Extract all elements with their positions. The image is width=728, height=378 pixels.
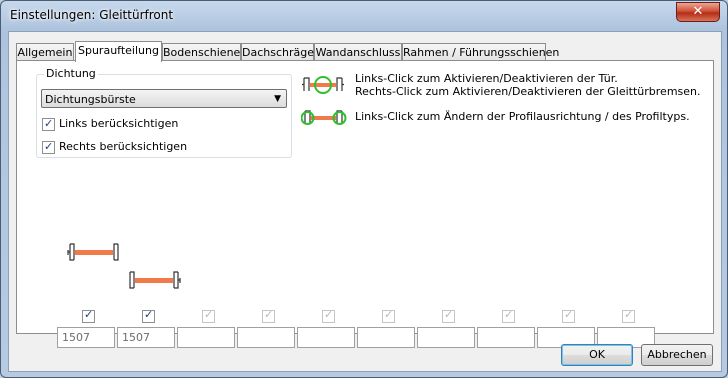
- left-seal-checkbox-row[interactable]: ✓ Links berücksichtigen: [42, 116, 178, 132]
- track-4-width-field[interactable]: [237, 327, 295, 348]
- track-9-checkbox[interactable]: ✓: [562, 308, 575, 323]
- track-1-width-field[interactable]: 1507: [57, 327, 115, 348]
- track-5-checkbox[interactable]: ✓: [322, 308, 335, 323]
- tab-rahmen-fuehrungsschienen[interactable]: Rahmen / Führungsschienen: [402, 43, 559, 61]
- track-3-checkbox[interactable]: ✓: [202, 308, 215, 323]
- track-8-width-field[interactable]: [477, 327, 535, 348]
- left-seal-checkbox[interactable]: ✓: [42, 116, 55, 131]
- dialog-client: Allgemein Spuraufteilung Bodenschiene Da…: [8, 31, 722, 372]
- track-3-width-field[interactable]: [177, 327, 235, 348]
- track-2-checkbox[interactable]: ✓: [142, 308, 155, 323]
- track-4-checkbox[interactable]: ✓: [262, 308, 275, 323]
- tab-bodenschiene[interactable]: Bodenschiene: [162, 43, 241, 61]
- tab-allgemein[interactable]: Allgemein: [16, 43, 74, 61]
- profile-orientation-legend-icon: [301, 110, 347, 125]
- tab-panel-spuraufteilung: Dichtung Dichtungsbürste ▼ ✓ Links berück…: [16, 60, 714, 348]
- check-icon: ✓: [504, 308, 514, 321]
- check-icon: ✓: [44, 116, 54, 130]
- check-icon: ✓: [144, 308, 154, 321]
- seal-group: Dichtung Dichtungsbürste ▼ ✓ Links berück…: [36, 67, 292, 158]
- door-profile-track-2[interactable]: [127, 269, 181, 291]
- check-icon: ✓: [444, 308, 454, 321]
- tab-dachschraege[interactable]: Dachschräge: [241, 43, 314, 61]
- left-seal-label: Links berücksichtigen: [59, 117, 179, 130]
- right-seal-label: Rechts berücksichtigen: [59, 140, 188, 153]
- track-2-width-field[interactable]: 1507: [117, 327, 175, 348]
- door-toggle-legend-icon: [302, 76, 344, 94]
- track-8-checkbox[interactable]: ✓: [502, 308, 515, 323]
- check-icon: ✓: [564, 308, 574, 321]
- track-6-width-field[interactable]: [357, 327, 415, 348]
- title-bar[interactable]: Einstellungen: Gleittürfront ✕: [1, 1, 727, 31]
- check-icon: ✓: [264, 308, 274, 321]
- help-text-line2: Rechts-Click zum Aktivieren/Deaktivieren…: [355, 85, 701, 98]
- dialog-window: Einstellungen: Gleittürfront ✕ Allgemein…: [0, 0, 728, 378]
- ok-button[interactable]: OK: [561, 344, 633, 366]
- tab-wandanschluss[interactable]: Wandanschluss: [314, 43, 402, 61]
- seal-type-value: Dichtungsbürste: [45, 93, 136, 106]
- close-button[interactable]: ✕: [676, 2, 720, 22]
- seal-type-select[interactable]: Dichtungsbürste ▼: [41, 89, 287, 108]
- seal-group-label: Dichtung: [44, 67, 98, 80]
- track-7-checkbox[interactable]: ✓: [442, 308, 455, 323]
- track-1-checkbox[interactable]: ✓: [82, 308, 95, 323]
- dropdown-arrow-icon: ▼: [274, 94, 281, 104]
- track-7-width-field[interactable]: [417, 327, 475, 348]
- track-6-checkbox[interactable]: ✓: [382, 308, 395, 323]
- track-5-width-field[interactable]: [297, 327, 355, 348]
- check-icon: ✓: [204, 308, 214, 321]
- right-seal-checkbox-row[interactable]: ✓ Rechts berücksichtigen: [42, 139, 187, 155]
- help-text-line3: Links-Click zum Ändern der Profilausrich…: [355, 110, 690, 123]
- track-10-checkbox[interactable]: ✓: [622, 308, 635, 323]
- check-icon: ✓: [84, 308, 94, 321]
- check-icon: ✓: [384, 308, 394, 321]
- window-title: Einstellungen: Gleittürfront: [10, 8, 174, 22]
- check-icon: ✓: [324, 308, 334, 321]
- right-seal-checkbox[interactable]: ✓: [42, 139, 55, 154]
- cancel-button[interactable]: Abbrechen: [641, 344, 713, 366]
- check-icon: ✓: [44, 139, 54, 153]
- tab-spuraufteilung[interactable]: Spuraufteilung: [75, 41, 162, 62]
- help-text-line1: Links-Click zum Aktivieren/Deaktivieren …: [355, 72, 618, 85]
- door-profile-track-1[interactable]: [67, 241, 121, 263]
- check-icon: ✓: [624, 308, 634, 321]
- close-icon: ✕: [692, 4, 704, 19]
